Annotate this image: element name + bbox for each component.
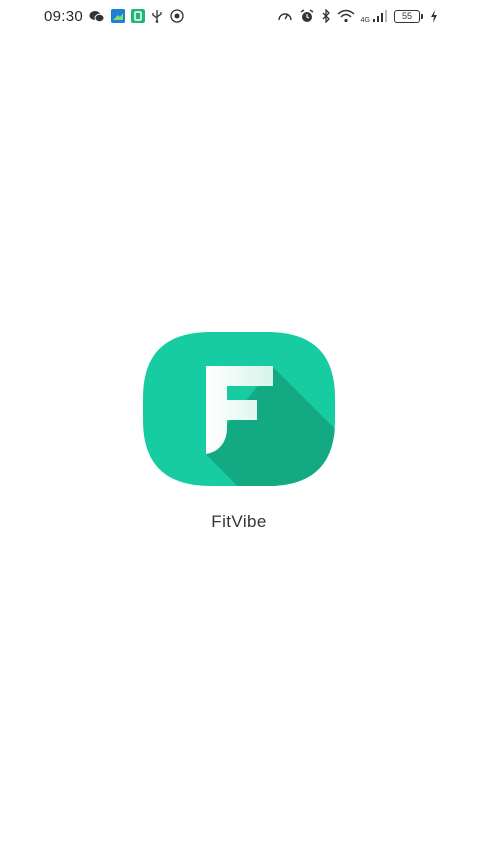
- signal-icon: [372, 9, 388, 23]
- location-icon: [169, 9, 185, 23]
- splash-screen: 09:30 4G 55 FitVibe: [0, 0, 478, 850]
- app-logo: [143, 332, 335, 486]
- app-notification-icon: [111, 9, 126, 23]
- status-bar-left: 09:30: [44, 8, 185, 25]
- status-bar-right: 4G 55: [277, 9, 438, 24]
- bluetooth-icon: [321, 9, 331, 23]
- alarm-icon: [299, 9, 315, 23]
- charging-icon: [430, 9, 438, 23]
- battery-icon: 55: [394, 9, 423, 23]
- usb-icon: [151, 9, 163, 23]
- app-name: FitVibe: [211, 512, 267, 531]
- battery-level: 55: [401, 11, 412, 21]
- network-type: 4G: [360, 16, 370, 24]
- status-time: 09:30: [44, 7, 84, 25]
- app-notification-icon: [131, 9, 146, 23]
- wechat-icon: [89, 10, 105, 23]
- status-bar: 09:30 4G 55: [0, 0, 478, 32]
- fitvibe-logo-icon: [143, 332, 335, 486]
- speed-icon: [277, 9, 293, 23]
- wifi-icon: [337, 9, 355, 23]
